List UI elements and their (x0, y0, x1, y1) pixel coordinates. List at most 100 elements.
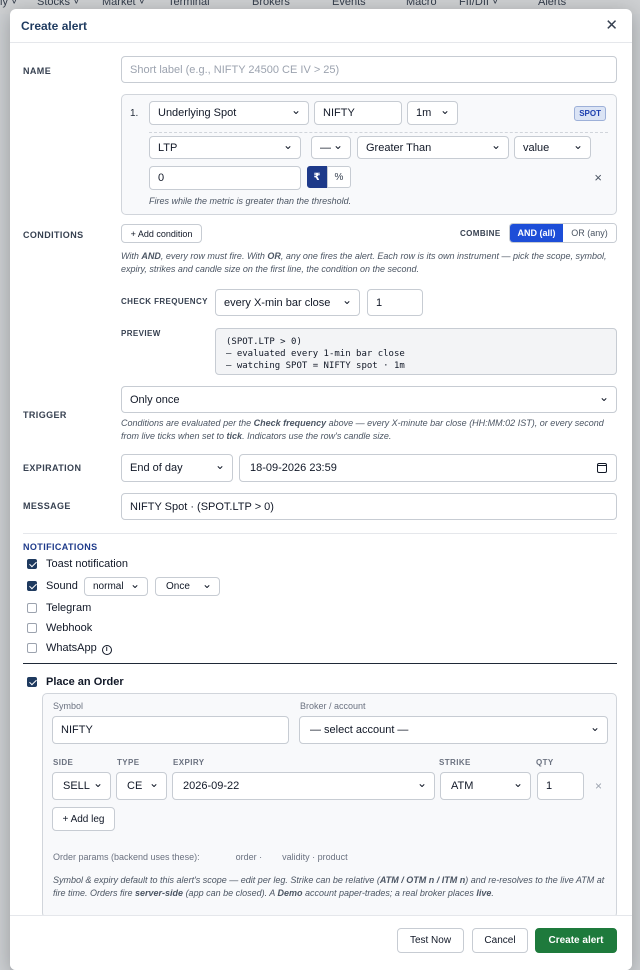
info-icon[interactable]: i (101, 645, 112, 655)
add-leg-button[interactable]: + Add leg (52, 807, 115, 831)
webhook-checkbox[interactable] (27, 623, 37, 633)
combine-or-button[interactable]: OR (any) (563, 224, 616, 242)
place-order-checkbox[interactable] (27, 677, 37, 687)
interval-select[interactable]: 1m (407, 101, 458, 125)
order-symbol-input[interactable]: NIFTY (52, 716, 289, 744)
trigger-label: TRIGGER (23, 410, 67, 420)
message-label: MESSAGE (23, 501, 71, 511)
preview-line: — watching SPOT = NIFTY spot · 1m (226, 361, 405, 371)
condition-divider (149, 132, 608, 133)
threshold-input[interactable]: 0 (149, 166, 301, 190)
toast-label: Toast notification (46, 558, 128, 570)
combine-and-button[interactable]: AND (all) (510, 224, 563, 242)
note-bold: ATM / OTM n / ITM n (379, 875, 466, 885)
whatsapp-label: WhatsApp (46, 642, 97, 654)
broker-label: Broker / account (300, 701, 366, 711)
sound-label: Sound (46, 580, 78, 592)
help-and: AND (141, 251, 161, 261)
help-text: , every row must fire. With (160, 251, 268, 261)
note-bold: server-side (135, 888, 184, 898)
toast-checkbox[interactable] (27, 559, 37, 569)
combine-toggle: AND (all) OR (any) (509, 223, 617, 243)
close-icon[interactable]: ✕ (605, 16, 618, 34)
expiration-datetime-input[interactable]: 18-09-2026 23:59 (239, 454, 617, 482)
strike-select[interactable]: ATM (440, 772, 531, 800)
add-condition-button[interactable]: + Add condition (121, 224, 202, 243)
sound-tone-select[interactable]: normal (84, 577, 148, 596)
remove-leg-icon[interactable]: × (595, 779, 602, 793)
note-text: Symbol & expiry default to this alert's … (53, 875, 380, 885)
expiry-select[interactable]: 2026-09-22 (172, 772, 435, 800)
note-text: (app can be closed). A (183, 888, 278, 898)
expiration-label: EXPIRATION (23, 463, 82, 473)
calendar-icon[interactable] (597, 463, 607, 473)
preview-label: PREVIEW (121, 329, 161, 338)
trigger-help: Conditions are evaluated per the Check f… (121, 417, 619, 443)
symbol-input[interactable]: NIFTY (314, 101, 402, 125)
compare-to-select[interactable]: value (514, 136, 591, 159)
params-text: validity · product (282, 852, 348, 862)
note-bold: Demo (277, 888, 303, 898)
broker-select[interactable]: — select account — (299, 716, 608, 744)
check-frequency-label: CHECK FREQUENCY (121, 297, 208, 306)
preview-box[interactable]: (SPOT.LTP > 0) — evaluated every 1-min ba… (215, 328, 617, 375)
expiration-datetime-value: 18-09-2026 23:59 (250, 462, 337, 474)
scope-badge: SPOT (574, 106, 606, 121)
note-text: account paper-trades; a real broker plac… (302, 888, 477, 898)
name-input[interactable]: Short label (e.g., NIFTY 24500 CE IV > 2… (121, 56, 617, 83)
order-panel: Symbol NIFTY Broker / account — select a… (42, 693, 617, 918)
operator-select[interactable]: Greater Than (357, 136, 509, 159)
modal-title: Create alert (21, 19, 88, 33)
unit-rupee-toggle[interactable]: ₹ (307, 166, 327, 188)
sound-checkbox[interactable] (27, 581, 37, 591)
expiry-label: EXPIRY (173, 758, 205, 767)
check-frequency-select[interactable]: every X-min bar close (215, 289, 360, 316)
metric-select[interactable]: LTP (149, 136, 301, 159)
order-params: Order params (backend uses these): order … (53, 852, 348, 862)
remove-condition-icon[interactable]: × (594, 170, 602, 185)
modifier-select[interactable]: — (311, 136, 351, 159)
conditions-help: With AND, every row must fire. With OR, … (121, 250, 619, 276)
help-bold: tick (226, 431, 243, 441)
params-text: Order params (backend uses these): (53, 852, 200, 862)
modal-footer: Test Now Cancel Create alert (10, 915, 632, 970)
qty-label: QTY (536, 758, 554, 767)
side-select[interactable]: SELL (52, 772, 111, 800)
webhook-label: Webhook (46, 622, 93, 634)
notifications-label: NOTIFICATIONS (23, 542, 98, 552)
note-bold: live (476, 888, 492, 898)
check-frequency-input[interactable]: 1 (367, 289, 423, 316)
cancel-button[interactable]: Cancel (472, 928, 528, 953)
source-select[interactable]: Underlying Spot (149, 101, 309, 125)
expiration-mode-select[interactable]: End of day (121, 454, 233, 482)
create-alert-modal: Create alert ✕ NAME Short label (e.g., N… (10, 9, 632, 970)
condition-hint: Fires while the metric is greater than t… (149, 196, 352, 206)
preview-line: — evaluated every 1-min bar close (226, 349, 405, 359)
conditions-label: CONDITIONS (23, 230, 84, 240)
type-select[interactable]: CE (116, 772, 167, 800)
telegram-label: Telegram (46, 602, 92, 614)
combine-label: COMBINE (460, 229, 501, 238)
message-input[interactable]: NIFTY Spot · (SPOT.LTP > 0) (121, 493, 617, 520)
order-symbol-label: Symbol (53, 701, 84, 711)
create-alert-button[interactable]: Create alert (535, 928, 617, 953)
place-order-label: Place an Order (46, 676, 124, 688)
unit-percent-toggle[interactable]: % (327, 166, 351, 188)
help-text: Conditions are evaluated per the (121, 418, 254, 428)
params-text: order · (235, 852, 263, 862)
note-text: . (491, 888, 494, 898)
telegram-checkbox[interactable] (27, 603, 37, 613)
help-text: . Indicators use the row's candle size. (242, 431, 392, 441)
test-now-button[interactable]: Test Now (397, 928, 464, 953)
preview-line: (SPOT.LTP > 0) (226, 337, 302, 347)
condition-index: 1. (130, 108, 139, 119)
modal-header: Create alert ✕ (10, 9, 632, 43)
qty-input[interactable]: 1 (537, 772, 584, 800)
whatsapp-checkbox[interactable] (27, 643, 37, 653)
trigger-select[interactable]: Only once (121, 386, 617, 413)
order-note: Symbol & expiry default to this alert's … (53, 874, 608, 900)
sound-repeat-select[interactable]: Once (155, 577, 220, 596)
help-or: OR (267, 251, 281, 261)
condition-row: 1. Underlying Spot NIFTY 1m SPOT LTP — G… (121, 94, 617, 215)
divider (23, 663, 617, 664)
